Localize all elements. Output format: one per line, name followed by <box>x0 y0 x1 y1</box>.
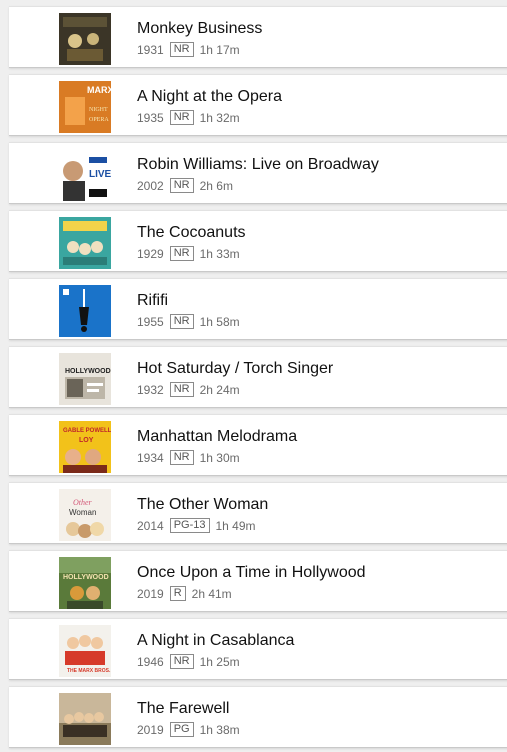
movie-runtime: 1h 17m <box>199 42 240 57</box>
farewell-poster[interactable] <box>59 693 111 745</box>
svg-text:HOLLYWOOD: HOLLYWOOD <box>65 368 111 375</box>
rating-badge: NR <box>169 42 194 57</box>
svg-text:MARX: MARX <box>87 85 111 95</box>
movie-meta: 1935 NR 1h 32m <box>137 110 240 125</box>
movie-runtime: 1h 32m <box>199 110 240 125</box>
movie-list-item[interactable]: MARX NIGHT OPERA A Night at the Opera 1935… <box>9 74 507 136</box>
other-woman-poster[interactable]: Other Woman <box>59 489 111 541</box>
rating-badge: NR <box>169 654 194 669</box>
movie-year: 2014 <box>137 518 164 533</box>
movie-title[interactable]: Manhattan Melodrama <box>137 428 297 446</box>
rating-badge: NR <box>169 382 194 397</box>
svg-text:NIGHT: NIGHT <box>89 107 108 113</box>
night-in-casablanca-poster[interactable]: THE MARX BROS. <box>59 625 111 677</box>
movie-meta: 1934 NR 1h 30m <box>137 450 240 465</box>
rating-badge: NR <box>169 450 194 465</box>
movie-meta: 1946 NR 1h 25m <box>137 654 240 669</box>
movie-year: 1934 <box>137 450 164 465</box>
movie-year: 2019 <box>137 722 164 737</box>
rating-badge: PG <box>169 722 194 737</box>
movie-list-item[interactable]: Rififi 1955 NR 1h 58m <box>9 278 507 340</box>
night-at-the-opera-poster[interactable]: MARX NIGHT OPERA <box>59 81 111 133</box>
svg-text:Other: Other <box>73 498 93 507</box>
movie-title[interactable]: A Night in Casablanca <box>137 632 294 650</box>
movie-title[interactable]: The Cocoanuts <box>137 224 246 242</box>
movie-runtime: 1h 25m <box>199 654 240 669</box>
once-upon-a-time-poster[interactable]: HOLLYWOOD <box>59 557 111 609</box>
svg-text:OPERA: OPERA <box>89 117 109 123</box>
movie-list-item[interactable]: Monkey Business 1931 NR 1h 17m <box>9 6 507 68</box>
movie-list-item[interactable]: Other Woman The Other Woman 2014 PG-13 1h 4… <box>9 482 507 544</box>
movie-year: 2019 <box>137 586 164 601</box>
movie-title[interactable]: Once Upon a Time in Hollywood <box>137 564 366 582</box>
rating-badge: NR <box>169 314 194 329</box>
svg-text:LOY: LOY <box>79 437 94 444</box>
movie-year: 1931 <box>137 42 164 57</box>
movie-year: 1946 <box>137 654 164 669</box>
movie-runtime: 2h 24m <box>199 382 240 397</box>
svg-text:LIVE: LIVE <box>89 169 111 180</box>
movie-meta: 2019 PG 1h 38m <box>137 722 240 737</box>
hollywood-poster[interactable]: HOLLYWOOD <box>59 353 111 405</box>
movie-runtime: 1h 33m <box>199 246 240 261</box>
movie-meta: 2014 PG-13 1h 49m <box>137 518 256 533</box>
movie-list-item[interactable]: GABLE POWELL LOY Manhattan Melodrama 1934… <box>9 414 507 476</box>
movie-title[interactable]: Monkey Business <box>137 20 262 38</box>
movie-list-item[interactable]: LIVE Robin Williams: Live on Broadway 200… <box>9 142 507 204</box>
svg-text:Woman: Woman <box>69 508 96 517</box>
svg-text:HOLLYWOOD: HOLLYWOOD <box>63 574 109 581</box>
movie-runtime: 2h 6m <box>199 178 233 193</box>
movie-meta: 1955 NR 1h 58m <box>137 314 240 329</box>
movie-runtime: 1h 58m <box>199 314 240 329</box>
movie-list-item[interactable]: THE MARX BROS. A Night in Casablanca 1946 N… <box>9 618 507 680</box>
manhattan-melodrama-poster[interactable]: GABLE POWELL LOY <box>59 421 111 473</box>
movie-title[interactable]: Hot Saturday / Torch Singer <box>137 360 333 378</box>
svg-text:GABLE POWELL: GABLE POWELL <box>63 428 111 434</box>
movie-meta: 1931 NR 1h 17m <box>137 42 240 57</box>
movie-runtime: 1h 49m <box>215 518 256 533</box>
movie-year: 1932 <box>137 382 164 397</box>
movie-meta: 1929 NR 1h 33m <box>137 246 240 261</box>
movie-meta: 2002 NR 2h 6m <box>137 178 233 193</box>
movie-runtime: 2h 41m <box>191 586 232 601</box>
movie-list: Monkey Business 1931 NR 1h 17m MARX NIGHT O… <box>0 0 507 752</box>
movie-year: 1955 <box>137 314 164 329</box>
movie-year: 2002 <box>137 178 164 193</box>
movie-meta: 1932 NR 2h 24m <box>137 382 240 397</box>
rating-badge: NR <box>169 178 194 193</box>
robin-williams-poster[interactable]: LIVE <box>59 149 111 201</box>
monkey-business-poster[interactable] <box>59 13 111 65</box>
movie-list-item[interactable]: HOLLYWOOD Once Upon a Time in Hollywood 2… <box>9 550 507 612</box>
movie-year: 1929 <box>137 246 164 261</box>
movie-year: 1935 <box>137 110 164 125</box>
movie-list-item[interactable]: The Farewell 2019 PG 1h 38m <box>9 686 507 748</box>
rating-badge: NR <box>169 246 194 261</box>
movie-runtime: 1h 38m <box>199 722 240 737</box>
cocoanuts-poster[interactable] <box>59 217 111 269</box>
movie-title[interactable]: A Night at the Opera <box>137 88 282 106</box>
movie-runtime: 1h 30m <box>199 450 240 465</box>
movie-list-item[interactable]: The Cocoanuts 1929 NR 1h 33m <box>9 210 507 272</box>
rating-badge: PG-13 <box>169 518 210 533</box>
rififi-poster[interactable] <box>59 285 111 337</box>
movie-title[interactable]: The Farewell <box>137 700 229 718</box>
rating-badge: R <box>169 586 186 601</box>
movie-meta: 2019 R 2h 41m <box>137 586 232 601</box>
rating-badge: NR <box>169 110 194 125</box>
movie-title[interactable]: The Other Woman <box>137 496 268 514</box>
movie-list-item[interactable]: HOLLYWOOD Hot Saturday / Torch Singer 193… <box>9 346 507 408</box>
movie-title[interactable]: Robin Williams: Live on Broadway <box>137 156 379 174</box>
svg-text:THE MARX BROS.: THE MARX BROS. <box>67 668 111 674</box>
movie-title[interactable]: Rififi <box>137 292 168 310</box>
